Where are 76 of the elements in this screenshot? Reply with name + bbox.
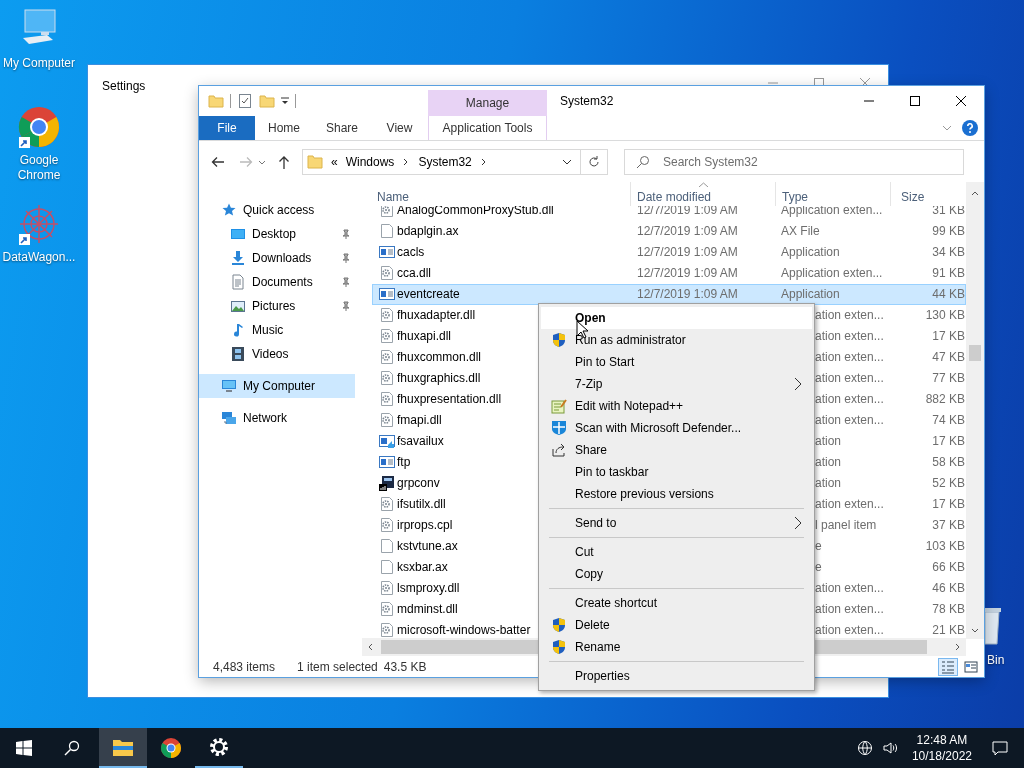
file-name: fhuxpresentation.dll	[397, 392, 502, 407]
file-name: microsoft-windows-batter	[397, 623, 531, 638]
date-modified: 12/7/2019 1:09 AM	[637, 224, 738, 239]
file-name: ftp	[397, 455, 411, 470]
file-size: 17 KB	[932, 329, 965, 344]
file-name: eventcreate	[397, 287, 460, 302]
file-type: ation	[815, 476, 842, 491]
file-type: ation exten...	[815, 350, 884, 365]
file-name: kstvtune.ax	[397, 539, 458, 554]
file-name: AnalogCommonProxyStub.dll	[397, 205, 554, 218]
file-size: 66 KB	[932, 560, 965, 575]
file-type: ation exten...	[815, 623, 884, 638]
file-size: 37 KB	[932, 518, 965, 533]
file-size: 46 KB	[932, 581, 965, 596]
item-count: 4,483 items	[213, 659, 276, 674]
file-size: 34 KB	[932, 245, 965, 260]
file-name: ksxbar.ax	[397, 560, 448, 575]
file-type: ation	[815, 434, 842, 449]
file-type: AX File	[781, 224, 820, 239]
file-name: grpconv	[397, 476, 440, 491]
file-size: 74 KB	[932, 413, 965, 428]
file-name: fhuxadapter.dll	[397, 308, 476, 323]
file-size: 78 KB	[932, 602, 965, 617]
file-size: 103 KB	[925, 539, 965, 554]
window-title: System32	[560, 94, 614, 108]
file-type: ation exten...	[815, 602, 884, 617]
date-modified: 12/7/2019 1:09 AM	[637, 245, 738, 260]
selection-count: 1 item selected	[297, 659, 378, 674]
file-name: fsavailux	[397, 434, 444, 449]
file-name: lsmproxy.dll	[397, 581, 460, 596]
file-name: fmapi.dll	[397, 413, 442, 428]
file-size: 21 KB	[932, 623, 965, 638]
date-modified: 12/7/2019 1:09 AM	[637, 205, 738, 218]
file-name: fhuxgraphics.dll	[397, 371, 481, 386]
file-type: Application	[781, 245, 840, 260]
file-size: 58 KB	[932, 455, 965, 470]
file-type: ation exten...	[815, 308, 884, 323]
file-name: bdaplgin.ax	[397, 224, 459, 239]
clock-time: 12:48 AM	[916, 732, 968, 748]
date-modified: 12/7/2019 1:09 AM	[637, 266, 738, 281]
file-name: fhuxapi.dll	[397, 329, 452, 344]
file-type: ation exten...	[815, 581, 884, 596]
file-size: 52 KB	[932, 476, 965, 491]
file-type: l panel item	[815, 518, 877, 533]
window-title: Settings	[102, 79, 146, 93]
file-size: 17 KB	[932, 434, 965, 449]
file-size: 882 KB	[925, 392, 965, 407]
file-size: 17 KB	[932, 497, 965, 512]
file-size: 47 KB	[932, 350, 965, 365]
file-type: ation exten...	[815, 371, 884, 386]
file-type: Application	[781, 287, 840, 302]
clock-date: 10/18/2022	[911, 748, 972, 764]
file-size: 77 KB	[932, 371, 965, 386]
file-size: 31 KB	[932, 205, 965, 218]
file-size: 99 KB	[932, 224, 965, 239]
file-name: irprops.cpl	[397, 518, 453, 533]
date-modified: 12/7/2019 1:09 AM	[637, 287, 738, 302]
file-size: 130 KB	[925, 308, 965, 323]
file-type: Application exten...	[781, 205, 883, 218]
file-type: e	[815, 560, 822, 575]
file-name: mdminst.dll	[397, 602, 458, 617]
file-size: 44 KB	[932, 287, 965, 302]
file-type: e	[815, 539, 822, 554]
file-type: ation exten...	[815, 392, 884, 407]
selection-size: 43.5 KB	[383, 659, 427, 674]
file-type: ation exten...	[815, 413, 884, 428]
file-size: 91 KB	[932, 266, 965, 281]
file-type: ation	[815, 455, 842, 470]
file-type: ation exten...	[815, 329, 884, 344]
file-name: cacls	[397, 245, 425, 260]
file-name: cca.dll	[397, 266, 431, 281]
file-name: ifsutilx.dll	[397, 497, 446, 512]
file-type: Application exten...	[781, 266, 883, 281]
file-type: ation exten...	[815, 497, 884, 512]
file-name: fhuxcommon.dll	[397, 350, 482, 365]
tab-group-label: Manage	[428, 90, 547, 116]
